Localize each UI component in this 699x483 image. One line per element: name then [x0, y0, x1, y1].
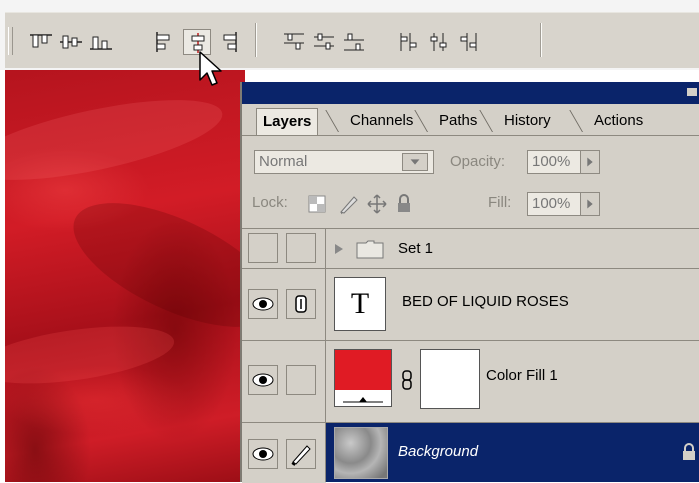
document-canvas[interactable]: [5, 70, 245, 482]
layer-row-color-fill[interactable]: Color Fill 1: [242, 340, 699, 422]
eye-icon: [252, 297, 274, 311]
fill-adjustment-icon: [343, 397, 383, 403]
mouse-pointer-icon: [199, 51, 222, 86]
distribute-right-edges-icon[interactable]: [455, 29, 483, 55]
tab-divider: [242, 135, 699, 136]
align-toolbar: [5, 12, 699, 68]
visibility-toggle[interactable]: [248, 439, 278, 469]
distribute-horizontal-centers-icon[interactable]: [425, 29, 453, 55]
layer-row-text[interactable]: T BED OF LIQUID ROSES: [242, 268, 699, 340]
opacity-slider-arrow-icon[interactable]: [580, 150, 600, 174]
align-vertical-centers-icon[interactable]: [57, 29, 85, 55]
lock-transparent-pixels-icon[interactable]: [308, 195, 326, 213]
layer-mask-thumbnail[interactable]: [420, 349, 480, 409]
fill-field[interactable]: 100%: [527, 192, 582, 216]
layers-palette: Layers Channels Paths History Actions No…: [240, 82, 699, 483]
layer-name: Set 1: [398, 240, 434, 257]
tab-history[interactable]: History: [492, 110, 551, 132]
distribute-top-edges-icon[interactable]: [280, 29, 308, 55]
tab-paths[interactable]: Paths: [427, 110, 477, 132]
folder-icon: [356, 240, 384, 259]
tab-actions[interactable]: Actions: [582, 110, 643, 132]
opacity-field[interactable]: 100%: [527, 150, 582, 174]
distribute-bottom-edges-icon[interactable]: [340, 29, 368, 55]
expand-triangle-icon[interactable]: [334, 243, 344, 255]
lock-icon: [683, 443, 695, 460]
palette-tabs: Layers Channels Paths History Actions: [242, 104, 699, 136]
link-toggle[interactable]: [286, 365, 316, 395]
toolbar-grip[interactable]: [8, 27, 13, 55]
layer-name: BED OF LIQUID ROSES: [402, 293, 569, 310]
blend-mode-value: Normal: [259, 153, 308, 170]
layer-name: Background: [398, 443, 479, 460]
lock-row: Lock: Fill: 100%: [242, 186, 699, 224]
fill-layer-thumbnail: [334, 349, 392, 407]
tab-channels[interactable]: Channels: [338, 110, 413, 132]
background-thumbnail: [334, 427, 388, 479]
text-layer-thumbnail: T: [334, 277, 386, 331]
fill-label: Fill:: [488, 194, 512, 211]
eye-icon: [252, 447, 274, 461]
visibility-toggle[interactable]: [248, 365, 278, 395]
toolbar-separator: [540, 23, 542, 57]
fill-color-swatch: [335, 350, 391, 390]
opacity-value: 100%: [532, 153, 571, 170]
blend-row: Normal Opacity: 100%: [242, 144, 699, 182]
lock-position-icon[interactable]: [366, 193, 388, 215]
fill-slider-arrow-icon[interactable]: [580, 192, 600, 216]
lock-label: Lock:: [252, 194, 288, 211]
distribute-left-edges-icon[interactable]: [395, 29, 423, 55]
lock-image-pixels-icon[interactable]: [338, 193, 360, 215]
palette-title-bar[interactable]: [242, 82, 699, 104]
minimize-icon[interactable]: [687, 88, 697, 96]
toolbar-separator: [255, 23, 257, 57]
link-toggle[interactable]: [286, 233, 316, 263]
rose-texture: [56, 177, 245, 353]
align-top-edges-icon[interactable]: [27, 29, 55, 55]
layer-name: Color Fill 1: [486, 367, 558, 384]
align-left-edges-icon[interactable]: [150, 29, 178, 55]
link-toggle[interactable]: [286, 439, 316, 469]
chain-link-icon[interactable]: [400, 369, 414, 391]
lock-all-icon[interactable]: [395, 193, 413, 215]
column-divider: [325, 228, 326, 482]
link-toggle[interactable]: [286, 289, 316, 319]
rose-texture: [5, 316, 178, 394]
chevron-down-icon[interactable]: [402, 153, 428, 171]
fill-value: 100%: [532, 195, 571, 212]
layer-row-set-1[interactable]: Set 1: [242, 228, 699, 268]
distribute-vertical-centers-icon[interactable]: [310, 29, 338, 55]
paintbrush-icon: [291, 445, 311, 466]
tab-layers[interactable]: Layers: [256, 108, 319, 135]
opacity-label: Opacity:: [450, 153, 506, 170]
brush-mask-link-icon: [295, 295, 307, 313]
visibility-toggle[interactable]: [248, 289, 278, 319]
layer-row-background[interactable]: Background: [242, 422, 699, 483]
align-bottom-edges-icon[interactable]: [87, 29, 115, 55]
visibility-toggle[interactable]: [248, 233, 278, 263]
eye-icon: [252, 373, 274, 387]
rose-texture: [5, 83, 229, 197]
options-bar: [0, 0, 699, 70]
